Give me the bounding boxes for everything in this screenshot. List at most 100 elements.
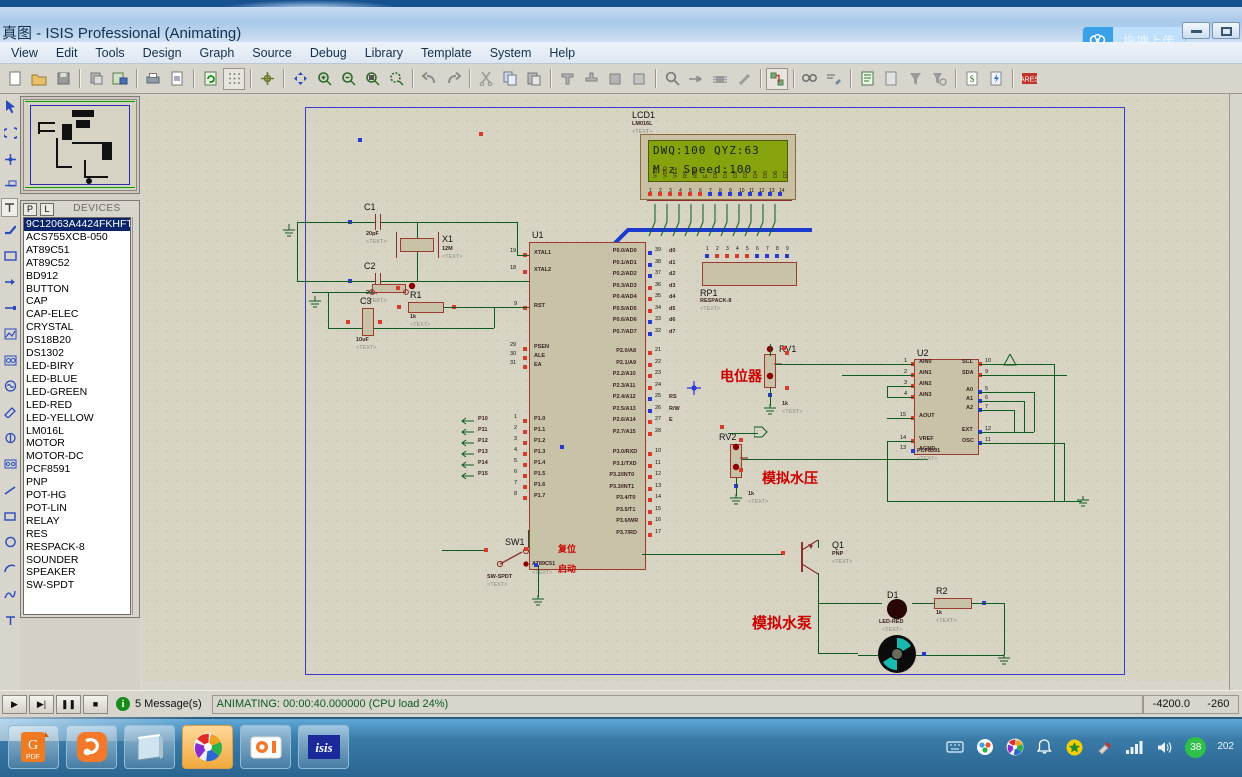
device-list-item[interactable]: LM016L <box>24 425 130 438</box>
make-device-icon[interactable] <box>685 68 707 90</box>
zoom-area-icon[interactable] <box>361 68 383 90</box>
taskbar-app-notepad[interactable] <box>124 725 175 769</box>
menu-edit[interactable]: Edit <box>47 44 87 62</box>
device-list-item[interactable]: DS18B20 <box>24 334 130 347</box>
tape-recorder-icon[interactable] <box>0 347 20 373</box>
menu-tools[interactable]: Tools <box>86 44 133 62</box>
taskbar-clock[interactable]: 202 <box>1217 741 1234 753</box>
save-icon[interactable] <box>52 68 74 90</box>
subcircuit-icon[interactable] <box>0 243 20 269</box>
volume-icon[interactable] <box>1155 738 1174 757</box>
device-list-item[interactable]: PCF8591 <box>24 463 130 476</box>
r2-body[interactable] <box>934 598 972 609</box>
ime-icon[interactable] <box>975 738 994 757</box>
shield-icon[interactable] <box>1065 738 1084 757</box>
voltage-probe-icon[interactable] <box>0 399 20 425</box>
motor-symbol[interactable] <box>875 632 919 676</box>
device-list-item[interactable]: LED-YELLOW <box>24 412 130 425</box>
device-list-item[interactable]: RES <box>24 528 130 541</box>
component-mode-icon[interactable] <box>0 120 20 146</box>
block-copy-icon[interactable] <box>556 68 578 90</box>
device-list-item[interactable]: DS1302 <box>24 347 130 360</box>
respack-body[interactable] <box>702 262 797 286</box>
wire-label-icon[interactable] <box>0 172 20 198</box>
text-script-icon[interactable] <box>1 198 18 217</box>
pan-icon[interactable] <box>289 68 311 90</box>
decompose-icon[interactable] <box>733 68 755 90</box>
q1-symbol[interactable] <box>792 538 836 580</box>
pick-device-icon[interactable] <box>661 68 683 90</box>
overview-panel[interactable] <box>20 96 140 194</box>
selection-mode-icon[interactable] <box>0 94 20 120</box>
device-list-item[interactable]: CAP-ELEC <box>24 308 130 321</box>
minimize-button[interactable] <box>1182 22 1210 39</box>
current-probe-icon[interactable] <box>0 425 20 451</box>
electrical-rules-icon[interactable] <box>985 68 1007 90</box>
device-list-item[interactable]: PNP <box>24 476 130 489</box>
device-list-item[interactable]: LED-GREEN <box>24 386 130 399</box>
photos-icon[interactable] <box>1005 738 1024 757</box>
box-tool-icon[interactable] <box>0 503 20 529</box>
schematic-editor[interactable]: LCD1 LM016L <TEXT> DWQ:100 QYZ:63 M-z Sp… <box>140 94 1242 690</box>
menu-library[interactable]: Library <box>356 44 412 62</box>
device-list-item[interactable]: AT89C52 <box>24 257 130 270</box>
stop-button[interactable]: ■ <box>83 694 108 714</box>
devices-list[interactable]: 9C12063A4424FKHFT ACS755XCB-050 AT89C51 … <box>23 217 131 615</box>
device-list-item[interactable]: SPEAKER <box>24 566 130 579</box>
graph-icon[interactable] <box>0 321 20 347</box>
device-list-item[interactable]: 9C12063A4424FKHFT <box>24 218 130 231</box>
ares-netlist-icon[interactable]: ARES <box>1018 68 1040 90</box>
sw1-symbol[interactable] <box>482 546 552 572</box>
menu-design[interactable]: Design <box>134 44 191 62</box>
canvas-horizontal-scrollbar[interactable] <box>140 681 1229 690</box>
copy-icon[interactable] <box>499 68 521 90</box>
circle-tool-icon[interactable] <box>0 529 20 555</box>
block-delete-icon[interactable] <box>628 68 650 90</box>
wire-autorouter-icon[interactable] <box>766 67 788 90</box>
device-pin-icon[interactable] <box>0 295 20 321</box>
bus-icon[interactable] <box>0 217 20 243</box>
virtual-instrument-icon[interactable] <box>0 451 20 477</box>
text-tool-icon[interactable] <box>0 607 20 633</box>
device-list-item[interactable]: ACS755XCB-050 <box>24 231 130 244</box>
message-counter[interactable]: i 5 Message(s) <box>116 697 202 711</box>
device-list-item[interactable]: POT-LIN <box>24 502 130 515</box>
device-list-item[interactable]: RESPACK-8 <box>24 541 130 554</box>
export-icon[interactable] <box>109 68 131 90</box>
taskbar-app-camera[interactable] <box>240 725 291 769</box>
device-list-item[interactable]: RELAY <box>24 515 130 528</box>
device-list-item[interactable]: BD912 <box>24 270 130 283</box>
pause-button[interactable]: ❚❚ <box>56 694 81 714</box>
device-list-item[interactable]: CRYSTAL <box>24 321 130 334</box>
undo-icon[interactable] <box>418 68 440 90</box>
taskbar-app-wps-pdf[interactable]: G PDF <box>8 725 59 769</box>
bill-of-materials-icon[interactable]: $ <box>961 68 983 90</box>
property-assign-icon[interactable] <box>823 68 845 90</box>
tray-count-badge[interactable]: 38 <box>1185 736 1207 758</box>
library-button[interactable]: L <box>40 202 54 216</box>
taskbar-app-uc-browser[interactable] <box>66 725 117 769</box>
step-button[interactable]: ▶| <box>29 694 54 714</box>
crystal-body[interactable] <box>400 238 434 252</box>
schematic-canvas[interactable]: LCD1 LM016L <TEXT> DWQ:100 QYZ:63 M-z Sp… <box>142 96 1227 681</box>
device-list-item[interactable]: LED-BLUE <box>24 373 130 386</box>
package-icon[interactable] <box>709 68 731 90</box>
refresh-icon[interactable] <box>199 68 221 90</box>
menu-template[interactable]: Template <box>412 44 481 62</box>
new-file-icon[interactable] <box>4 68 26 90</box>
print-icon[interactable] <box>142 68 164 90</box>
block-move-icon[interactable] <box>580 68 602 90</box>
c3-body[interactable] <box>362 308 374 336</box>
design-explorer-icon[interactable] <box>856 68 878 90</box>
device-list-item[interactable]: MOTOR-DC <box>24 450 130 463</box>
generator-icon[interactable] <box>0 373 20 399</box>
search-tag-icon[interactable] <box>799 68 821 90</box>
r1-body[interactable] <box>408 302 444 313</box>
device-list-item[interactable]: AT89C51 <box>24 244 130 257</box>
print-area-icon[interactable] <box>166 68 188 90</box>
taskbar-app-isis[interactable]: isis <box>298 725 349 769</box>
device-list-item[interactable]: SOUNDER <box>24 554 130 567</box>
device-list-item[interactable]: LED-BIRY <box>24 360 130 373</box>
exit-sheet-icon[interactable] <box>928 68 950 90</box>
menu-help[interactable]: Help <box>540 44 584 62</box>
